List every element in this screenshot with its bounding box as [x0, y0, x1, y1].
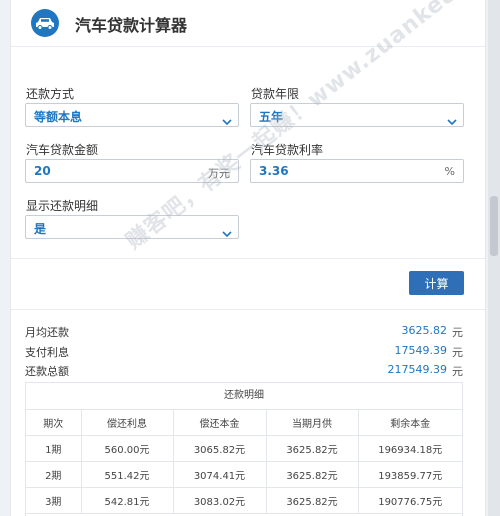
calculator-card: 汽车贷款计算器 还款方式 等额本息 贷款年限 五年 汽车贷款金额 20 万元 汽… — [10, 0, 486, 516]
total-repayment-unit: 元 — [452, 365, 463, 378]
table-cell: 3625.82元 — [265, 487, 359, 514]
interest-paid-label: 支付利息 — [25, 346, 69, 359]
chevron-down-icon — [222, 223, 232, 242]
loan-amount-input[interactable]: 20 万元 — [25, 159, 239, 183]
table-cell: 1期 — [26, 435, 82, 462]
chevron-down-icon — [447, 111, 457, 130]
monthly-payment-value: 3625.82 — [401, 324, 448, 337]
interest-paid-value: 17549.39 — [394, 344, 448, 357]
header: 汽车贷款计算器 — [11, 0, 485, 47]
table-cell: 190776.75元 — [357, 487, 462, 514]
monthly-payment-label: 月均还款 — [25, 326, 69, 339]
table-cell: 3625.82元 — [265, 461, 359, 488]
repay-method-label: 还款方式 — [26, 87, 75, 101]
scrollbar-thumb[interactable] — [490, 196, 498, 256]
table-row: 2期 551.42元 3074.41元 3625.82元 193859.77元 — [26, 461, 462, 488]
table-row: 3期 542.81元 3083.02元 3625.82元 190776.75元 — [26, 487, 462, 514]
divider — [11, 258, 485, 259]
loan-amount-label: 汽车贷款金额 — [26, 143, 99, 157]
table-cell: 196934.18元 — [357, 435, 462, 462]
loan-amount-unit: 万元 — [208, 167, 230, 180]
table-cell: 542.81元 — [80, 487, 174, 514]
monthly-payment-unit: 元 — [452, 326, 463, 339]
interest-rate-label: 汽车贷款利率 — [251, 143, 324, 157]
table-cell: 560.00元 — [80, 435, 174, 462]
page-title: 汽车贷款计算器 — [75, 16, 188, 35]
total-repayment-label: 还款总额 — [25, 365, 69, 378]
repay-method-value: 等额本息 — [34, 110, 83, 124]
interest-rate-value: 3.36 — [259, 164, 289, 178]
table-cell: 193859.77元 — [357, 461, 462, 488]
column-header: 偿还利息 — [80, 410, 174, 436]
table-row: 1期 560.00元 3065.82元 3625.82元 196934.18元 — [26, 435, 462, 462]
divider — [11, 309, 485, 310]
show-detail-value: 是 — [34, 222, 47, 236]
chevron-down-icon — [222, 111, 232, 130]
loan-amount-value: 20 — [34, 164, 51, 178]
detail-title: 还款明细 — [26, 383, 462, 410]
table-cell: 3083.02元 — [172, 487, 267, 514]
repayment-detail: 还款明细 期次 偿还利息 偿还本金 当期月供 剩余本金 1期 560.00元 3… — [25, 382, 463, 516]
total-repayment-value: 217549.39 — [387, 363, 448, 376]
loan-term-value: 五年 — [259, 110, 284, 124]
car-icon — [31, 9, 59, 37]
column-header: 期次 — [26, 410, 82, 436]
table-cell: 3074.41元 — [172, 461, 267, 488]
repay-method-select[interactable]: 等额本息 — [25, 103, 239, 127]
show-detail-label: 显示还款明细 — [26, 199, 99, 213]
interest-paid-unit: 元 — [452, 346, 463, 359]
loan-term-label: 贷款年限 — [251, 87, 300, 101]
interest-rate-unit: % — [444, 165, 455, 178]
table-cell: 3期 — [26, 487, 82, 514]
interest-rate-input[interactable]: 3.36 % — [250, 159, 464, 183]
scrollbar-track[interactable] — [488, 0, 500, 516]
column-header: 偿还本金 — [172, 410, 267, 436]
table-cell: 551.42元 — [80, 461, 174, 488]
table-cell: 3065.82元 — [172, 435, 267, 462]
detail-table: 期次 偿还利息 偿还本金 当期月供 剩余本金 1期 560.00元 3065.8… — [26, 410, 462, 514]
calculate-button[interactable]: 计算 — [409, 271, 464, 295]
loan-term-select[interactable]: 五年 — [250, 103, 464, 127]
show-detail-select[interactable]: 是 — [25, 215, 239, 239]
table-cell: 2期 — [26, 461, 82, 488]
column-header: 当期月供 — [265, 410, 359, 436]
column-header: 剩余本金 — [357, 410, 462, 436]
table-cell: 3625.82元 — [265, 435, 359, 462]
table-header-row: 期次 偿还利息 偿还本金 当期月供 剩余本金 — [26, 410, 462, 436]
